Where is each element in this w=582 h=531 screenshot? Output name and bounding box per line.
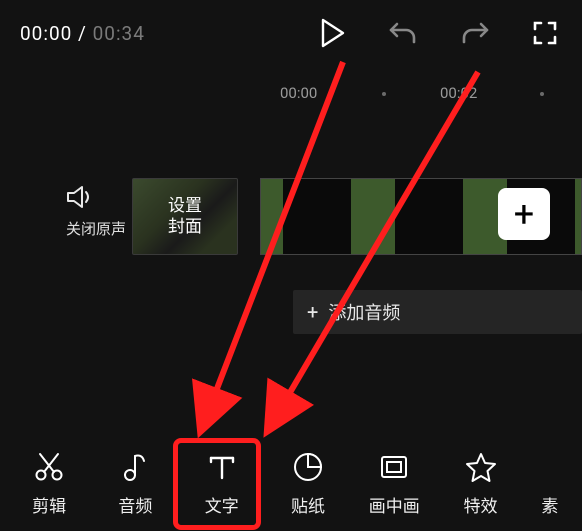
fullscreen-button[interactable] [532,20,558,46]
redo-button[interactable] [460,20,490,46]
tab-sticker[interactable]: 贴纸 [276,450,340,517]
star-icon [464,450,498,484]
add-audio-button[interactable]: + 添加音频 [293,290,582,334]
timeline-ruler[interactable]: 00:00 00:02 [0,84,582,108]
material-icon [540,450,560,484]
play-icon [320,18,346,48]
tab-text[interactable]: 文字 [190,450,254,517]
track-area[interactable]: 关闭原声 设置 封面 + + 添加音频 [0,178,582,268]
ruler-dot [382,92,386,96]
tab-pip-label: 画中画 [369,492,420,517]
time-separator: / [72,22,92,45]
undo-button[interactable] [388,20,418,46]
tab-edit[interactable]: 剪辑 [17,450,81,517]
mute-label: 关闭原声 [66,218,126,239]
tab-pip[interactable]: 画中画 [362,450,426,517]
tab-material[interactable]: 素 [535,450,565,517]
tab-effect-label: 特效 [464,492,498,517]
tab-material-label: 素 [541,492,558,517]
sticker-icon [291,450,325,484]
pip-icon [377,450,411,484]
undo-icon [388,20,418,46]
tab-effect[interactable]: 特效 [449,450,513,517]
time-current: 00:00 [20,22,72,45]
add-clip-button[interactable]: + [498,188,550,240]
ruler-dot [540,92,544,96]
time-display: 00:00 / 00:34 [20,22,145,45]
tab-sticker-label: 贴纸 [291,492,325,517]
music-note-icon [118,450,152,484]
add-audio-label: 添加音频 [328,299,400,325]
fullscreen-icon [532,20,558,46]
cover-label: 设置 封面 [168,196,202,237]
redo-icon [460,20,490,46]
tab-text-label: 文字 [205,492,239,517]
play-button[interactable] [320,18,346,48]
plus-icon: + [514,193,534,235]
time-total: 00:34 [93,22,145,45]
ruler-tick-0: 00:00 [280,84,317,102]
tab-audio-label: 音频 [118,492,152,517]
set-cover-thumb[interactable]: 设置 封面 [132,178,238,255]
bottom-toolbar: 剪辑 音频 文字 贴纸 画中画 特效 [0,450,582,517]
tab-audio[interactable]: 音频 [103,450,167,517]
plus-icon: + [307,300,318,324]
tab-edit-label: 剪辑 [32,492,66,517]
ruler-tick-1: 00:02 [440,84,477,102]
text-icon [205,450,239,484]
speaker-icon [66,184,96,210]
scissors-icon [32,450,66,484]
mute-original-audio[interactable]: 关闭原声 [66,184,126,239]
